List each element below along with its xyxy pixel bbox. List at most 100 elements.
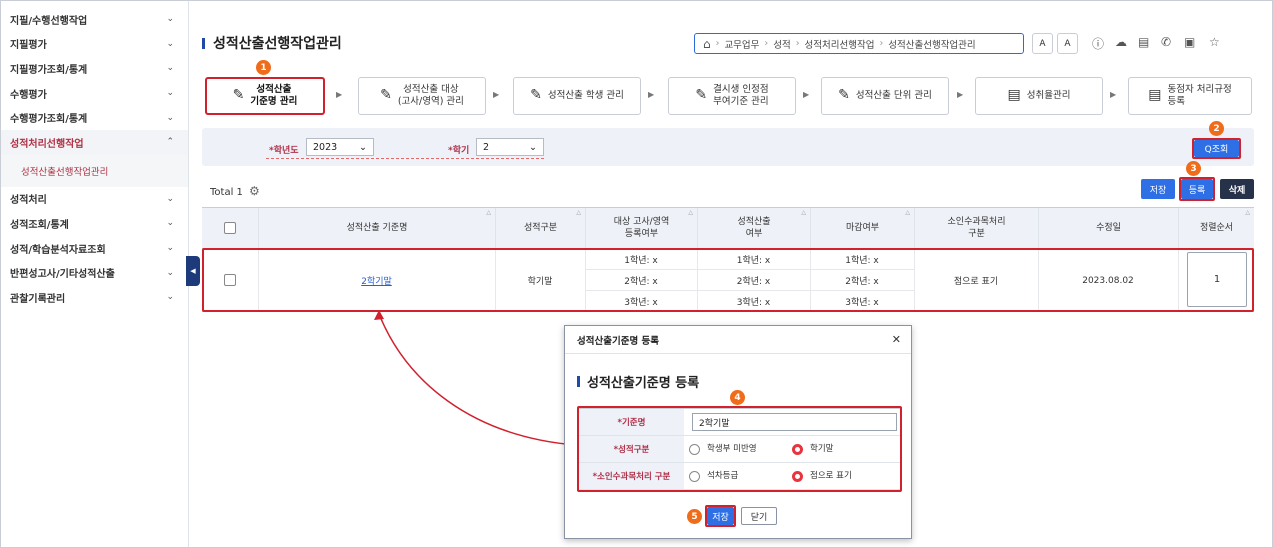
- sidebar-item[interactable]: 지필평가 ⌄: [1, 32, 188, 57]
- phone-icon[interactable]: ✆: [1161, 35, 1171, 49]
- dialog-close-button[interactable]: 닫기: [741, 507, 777, 525]
- annotation-badge: 4: [730, 390, 745, 405]
- delete-button[interactable]: 삭제: [1220, 179, 1254, 199]
- annotation-badge: 3: [1186, 161, 1201, 176]
- sidebar-item-label: 관찰기록관리: [10, 293, 66, 305]
- breadcrumb-item[interactable]: 성적처리선행작업: [805, 37, 875, 51]
- sidebar-item-label: 성적/학습분석자료조회: [10, 244, 106, 256]
- table-header: 성적산출 기준명 △ 성적구분 △ 대상 고사/영역 등록여부 △ 성적산출 여부 △ …: [202, 207, 1254, 249]
- sort-icon: △: [905, 209, 910, 216]
- sidebar-item-active[interactable]: 성적처리선행작업 ⌃: [1, 129, 188, 155]
- column-header[interactable]: 정렬순서 △: [1178, 208, 1254, 248]
- sidebar-item[interactable]: 지필평가조회/통계 ⌄: [1, 56, 188, 81]
- workflow-steps: ✎ 성적산출 기준명 관리 ▶ ✎ 성적산출 대상 (고사/영역) 관리 ▶ ✎ 성적산출…: [202, 77, 1254, 115]
- select-all-checkbox[interactable]: [224, 222, 236, 234]
- year-select[interactable]: 2023 ⌄: [306, 138, 374, 156]
- help-icon[interactable]: ⓘ: [1092, 35, 1104, 52]
- step-arrow-icon: ▶: [648, 90, 655, 99]
- sidebar-item[interactable]: 반편성고사/기타성적산출 ⌄: [1, 260, 188, 285]
- font-size-button[interactable]: A: [1032, 33, 1053, 54]
- step-arrow-icon: ▶: [803, 90, 810, 99]
- column-header-label: 정렬순서: [1199, 222, 1234, 233]
- sort-icon: △: [801, 209, 806, 216]
- step-absentee[interactable]: ✎ 결시생 인정점 부여기준 관리: [668, 77, 796, 115]
- breadcrumb-item[interactable]: 교무업무: [724, 37, 759, 51]
- dialog-title: 성적산출기준명 등록: [577, 372, 699, 391]
- column-header-label: 마감여부: [845, 222, 880, 233]
- annotation-badge: 1: [256, 60, 271, 75]
- sort-icon: △: [576, 209, 581, 216]
- column-header[interactable]: 성적구분 △: [495, 208, 585, 248]
- step-arrow-icon: ▶: [1110, 90, 1117, 99]
- chevron-down-icon: ⌄: [359, 141, 367, 153]
- sidebar-item[interactable]: 수행평가조회/통계 ⌄: [1, 105, 188, 130]
- dialog-header-title: 성적산출기준명 등록: [577, 335, 659, 347]
- highlight-box: [1179, 177, 1215, 201]
- breadcrumb-item[interactable]: 성적: [773, 37, 790, 51]
- sort-icon: △: [486, 209, 491, 216]
- step-students[interactable]: ✎ 성적산출 학생 관리: [513, 77, 641, 115]
- document-icon[interactable]: ▤: [1138, 35, 1149, 49]
- column-header-label: 성적산출 여부: [737, 216, 771, 239]
- edit-document-icon: ✎: [380, 87, 392, 104]
- step-criteria-name[interactable]: ✎ 성적산출 기준명 관리: [205, 77, 325, 115]
- step-label: 성적산출 대상: [403, 84, 459, 96]
- sidebar-item[interactable]: 성적처리 ⌄: [1, 187, 188, 212]
- breadcrumb-separator: ›: [879, 38, 884, 49]
- title-bar-accent: [202, 37, 205, 49]
- step-achievement[interactable]: ▤ 성취율관리: [975, 77, 1103, 115]
- dotted-divider: [266, 158, 544, 159]
- chevron-down-icon: ⌄: [166, 267, 174, 278]
- step-arrow-icon: ▶: [336, 90, 343, 99]
- term-select[interactable]: 2 ⌄: [476, 138, 544, 156]
- step-tie[interactable]: ▤ 동점자 처리규정 등록: [1128, 77, 1252, 115]
- sidebar: 지필/수행선행작업 ⌄ 지필평가 ⌄ 지필평가조회/통계 ⌄ 수행평가 ⌄ 수행평가조회…: [1, 1, 189, 547]
- sidebar-collapse-button[interactable]: ◀: [186, 256, 200, 286]
- total-count: Total 1: [210, 187, 243, 198]
- gear-icon[interactable]: ⚙: [249, 184, 260, 198]
- font-size-button[interactable]: A: [1057, 33, 1078, 54]
- home-icon[interactable]: ⌂: [703, 37, 711, 51]
- step-label: 성적산출 단위 관리: [855, 90, 932, 102]
- edit-document-icon: ✎: [838, 87, 850, 104]
- sort-icon: △: [1245, 209, 1250, 216]
- chevron-down-icon: ⌄: [166, 88, 174, 99]
- sidebar-subitem[interactable]: 성적산출선행작업관리: [1, 154, 188, 187]
- year-label: *학년도: [269, 146, 299, 156]
- column-header[interactable]: 소인수과목처리 구분: [914, 208, 1038, 248]
- dialog-title-text: 성적산출기준명 등록: [587, 376, 700, 391]
- sidebar-item[interactable]: 관찰기록관리 ⌄: [1, 285, 188, 310]
- header-select-cell: [202, 208, 258, 248]
- sidebar-item[interactable]: 지필/수행선행작업 ⌄: [1, 7, 188, 32]
- breadcrumb-item[interactable]: 성적산출선행작업관리: [888, 37, 975, 51]
- sidebar-item-label: 성적처리: [10, 195, 47, 207]
- save-button[interactable]: 저장: [1141, 179, 1175, 199]
- column-header-label: 성적구분: [523, 222, 558, 233]
- sidebar-item-label: 성적처리선행작업: [10, 138, 84, 150]
- sidebar-item-label: 지필/수행선행작업: [10, 15, 88, 27]
- screen-icon[interactable]: ▣: [1184, 35, 1195, 49]
- step-label: 동점자 처리규정: [1167, 84, 1232, 96]
- breadcrumb-separator: ›: [795, 38, 800, 49]
- column-header[interactable]: 성적산출 기준명 △: [258, 208, 495, 248]
- column-header[interactable]: 성적산출 여부 △: [697, 208, 810, 248]
- step-arrow-icon: ▶: [493, 90, 500, 99]
- title-bar-accent: [577, 376, 580, 387]
- step-label: 성취율관리: [1026, 90, 1071, 102]
- step-unit[interactable]: ✎ 성적산출 단위 관리: [821, 77, 949, 115]
- close-icon[interactable]: ✕: [892, 333, 901, 346]
- sidebar-item[interactable]: 성적조회/통계 ⌄: [1, 211, 188, 236]
- column-header[interactable]: 마감여부 △: [810, 208, 914, 248]
- sidebar-item-label: 반편성고사/기타성적산출: [10, 269, 115, 281]
- chat-icon[interactable]: ☁: [1115, 35, 1127, 49]
- edit-document-icon: ✎: [232, 87, 245, 104]
- column-header[interactable]: 수정일: [1038, 208, 1178, 248]
- sidebar-item[interactable]: 성적/학습분석자료조회 ⌄: [1, 236, 188, 261]
- chevron-up-icon: ⌃: [166, 137, 174, 148]
- step-target[interactable]: ✎ 성적산출 대상 (고사/영역) 관리: [358, 77, 486, 115]
- column-header[interactable]: 대상 고사/영역 등록여부 △: [585, 208, 697, 248]
- star-icon[interactable]: ☆: [1209, 35, 1220, 49]
- chevron-left-icon: ◀: [190, 267, 196, 275]
- sidebar-item[interactable]: 수행평가 ⌄: [1, 81, 188, 106]
- chevron-down-icon: ⌄: [166, 218, 174, 229]
